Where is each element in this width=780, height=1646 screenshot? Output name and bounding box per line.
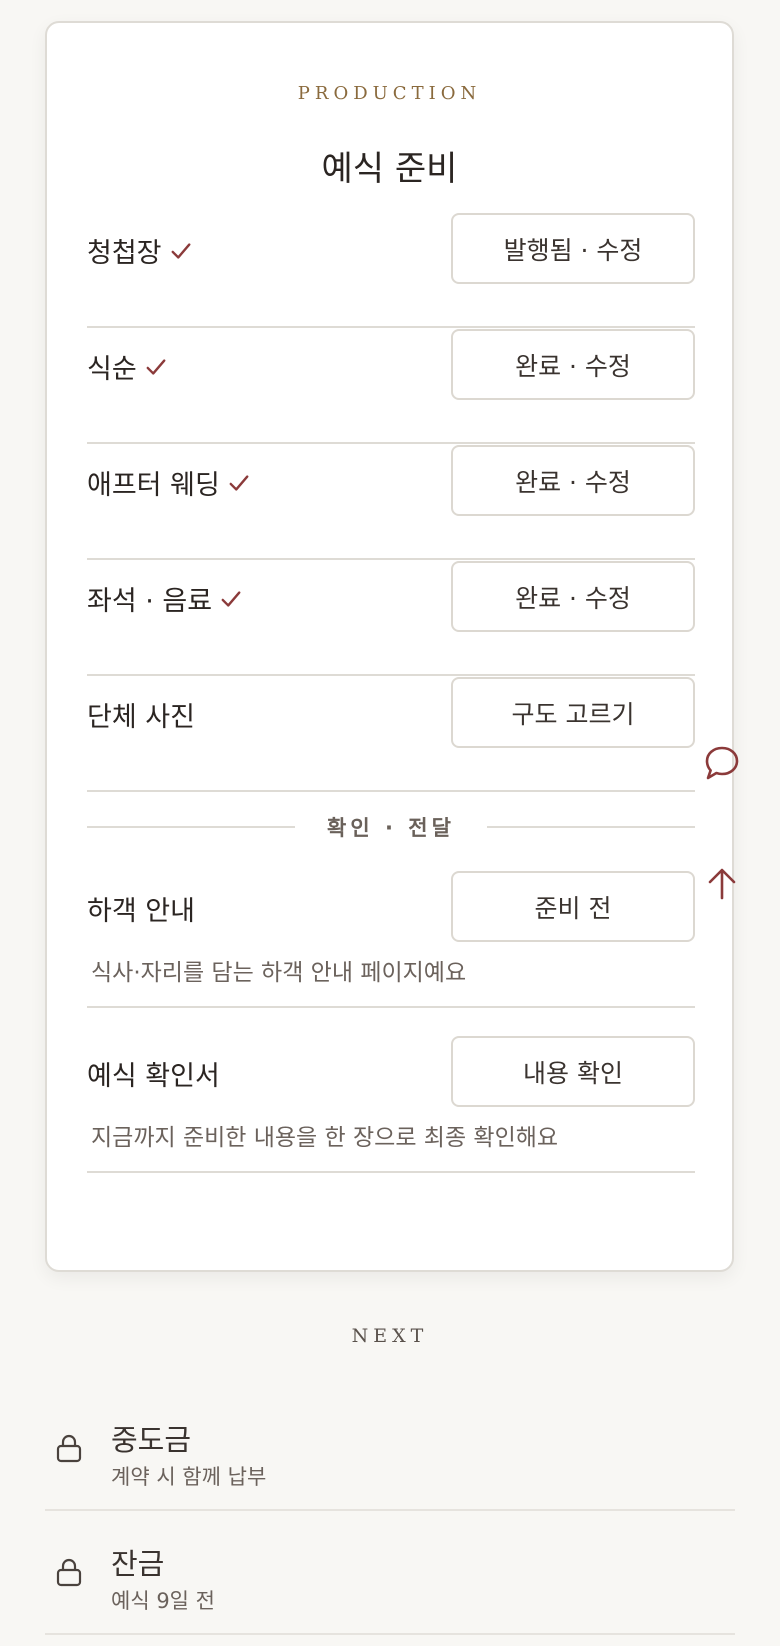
task-label-text: 애프터 웨딩 xyxy=(87,470,220,501)
arrow-up-icon[interactable] xyxy=(703,864,741,902)
task-row-order: 식순 완료 · 수정 xyxy=(87,329,695,444)
next-section-label: NEXT xyxy=(351,1325,429,1347)
guest-guide-description: 식사·자리를 담는 하객 안내 페이지예요 xyxy=(91,960,467,986)
next-item-title: 중도금 xyxy=(111,1423,192,1457)
task-label-after-wedding: 애프터 웨딩 xyxy=(87,463,250,502)
task-label-text: 청첩장 xyxy=(87,238,162,269)
guest-guide-button[interactable]: 준비 전 xyxy=(451,871,695,942)
row-divider xyxy=(87,558,695,560)
row-divider xyxy=(87,1171,695,1173)
next-item-balance[interactable]: 잔금 예식 9일 전 xyxy=(45,1511,735,1635)
row-divider xyxy=(87,790,695,792)
confirm-row-certificate: 예식 확인서 내용 확인 지금까지 준비한 내용을 한 장으로 최종 확인해요 xyxy=(87,1036,695,1173)
task-row-seating: 좌석 · 음료 완료 · 수정 xyxy=(87,561,695,676)
page: PRODUCTION 예식 준비 청첩장 발행됨 · 수정 식순 완료 · 수정 xyxy=(0,0,780,1646)
next-item-title: 잔금 xyxy=(111,1547,165,1581)
row-divider xyxy=(87,442,695,444)
task-label-order: 식순 xyxy=(87,347,167,386)
check-icon xyxy=(221,590,241,607)
row-divider xyxy=(87,326,695,328)
task-label-invitation: 청첩장 xyxy=(87,231,192,270)
task-label-seating: 좌석 · 음료 xyxy=(87,579,242,618)
task-label-text: 식순 xyxy=(87,354,137,385)
production-card: PRODUCTION 예식 준비 청첩장 발행됨 · 수정 식순 완료 · 수정 xyxy=(45,21,734,1272)
confirm-label-guest-guide: 하객 안내 xyxy=(87,896,195,927)
task-label-text: 좌석 · 음료 xyxy=(87,586,213,617)
row-divider xyxy=(87,1006,695,1008)
certificate-review-button[interactable]: 내용 확인 xyxy=(451,1036,695,1107)
task-row-after-wedding: 애프터 웨딩 완료 · 수정 xyxy=(87,445,695,560)
after-wedding-edit-button[interactable]: 완료 · 수정 xyxy=(451,445,695,516)
section-separator: 확인 · 전달 xyxy=(87,812,695,842)
next-item-interim-payment[interactable]: 중도금 계약 시 함께 납부 xyxy=(45,1387,735,1511)
task-row-invitation: 청첩장 발행됨 · 수정 xyxy=(87,213,695,328)
check-icon xyxy=(229,474,249,491)
task-row-group-photo: 단체 사진 구도 고르기 xyxy=(87,677,695,792)
order-edit-button[interactable]: 완료 · 수정 xyxy=(451,329,695,400)
seating-edit-button[interactable]: 완료 · 수정 xyxy=(451,561,695,632)
next-item-subtitle: 계약 시 함께 납부 xyxy=(111,1465,267,1489)
row-divider xyxy=(87,674,695,676)
confirm-label-certificate: 예식 확인서 xyxy=(87,1061,220,1092)
check-icon xyxy=(171,242,190,259)
separator-line-right xyxy=(487,826,695,828)
task-label-text: 단체 사진 xyxy=(87,702,195,733)
next-item-divider xyxy=(45,1633,735,1635)
invitation-edit-button[interactable]: 발행됨 · 수정 xyxy=(451,213,695,284)
confirm-row-guest-guide: 하객 안내 준비 전 식사·자리를 담는 하객 안내 페이지예요 xyxy=(87,871,695,1008)
group-photo-compose-button[interactable]: 구도 고르기 xyxy=(451,677,695,748)
check-icon xyxy=(146,358,166,375)
next-item-subtitle: 예식 9일 전 xyxy=(111,1589,215,1613)
production-eyebrow: PRODUCTION xyxy=(297,83,482,104)
lock-icon xyxy=(56,1434,82,1463)
task-label-group-photo: 단체 사진 xyxy=(87,695,195,734)
certificate-description: 지금까지 준비한 내용을 한 장으로 최종 확인해요 xyxy=(91,1125,559,1151)
production-title: 예식 준비 xyxy=(321,149,458,189)
chat-bubble-icon[interactable] xyxy=(703,744,741,782)
lock-icon xyxy=(56,1558,82,1587)
